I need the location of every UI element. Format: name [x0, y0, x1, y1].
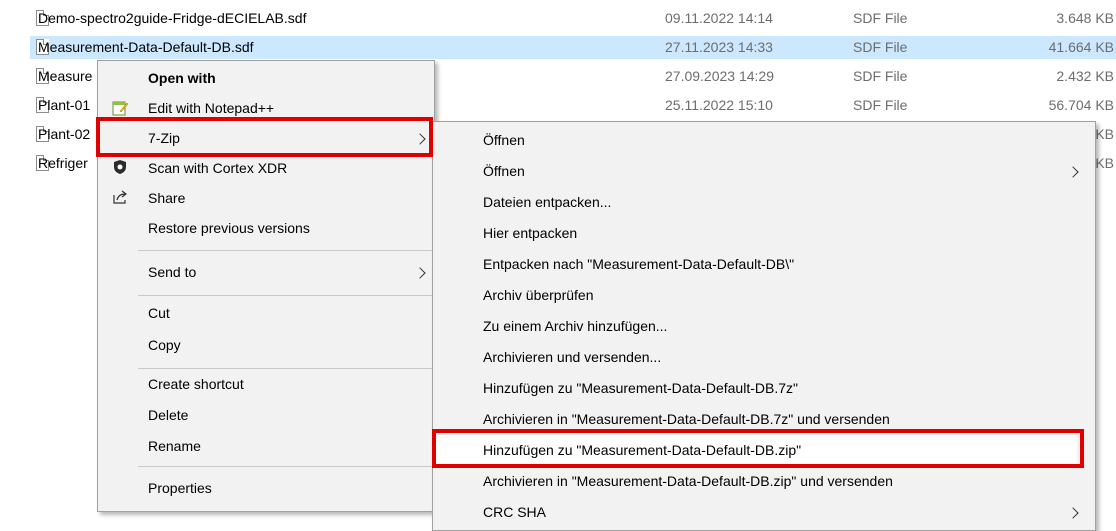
menu-label: Open with	[148, 70, 216, 86]
file-name: Measurement-Data-Default-DB.sdf	[38, 39, 254, 55]
file-name: Plant-02	[38, 126, 91, 142]
context-menu: Open with Edit with Notepad++ 7-Zip Scan…	[97, 60, 435, 512]
submenu-item-extract-files[interactable]: Dateien entpacken...	[433, 188, 1095, 218]
submenu-label: Archivieren in "Measurement-Data-Default…	[483, 411, 890, 427]
submenu-label: Dateien entpacken...	[483, 194, 612, 210]
submenu-label: Hinzufügen zu "Measurement-Data-Default-…	[483, 380, 798, 396]
submenu-label: Archivieren und versenden...	[483, 349, 662, 365]
file-name: Demo-spectro2guide-Fridge-dECIELAB.sdf	[38, 10, 307, 26]
file-size: 56.704 KB	[1048, 97, 1114, 113]
menu-open-with[interactable]: Open with	[98, 64, 434, 94]
chevron-right-icon	[1067, 507, 1079, 519]
menu-label: Edit with Notepad++	[148, 100, 275, 116]
menu-properties[interactable]: Properties	[98, 474, 434, 504]
menu-label: Delete	[148, 407, 189, 423]
chevron-right-icon	[1067, 166, 1079, 178]
submenu-label: Öffnen	[483, 163, 525, 179]
submenu-item-extract-here[interactable]: Hier entpacken	[433, 219, 1095, 249]
file-date: 27.09.2023 14:29	[665, 68, 774, 84]
submenu-item-crc-sha[interactable]: CRC SHA	[433, 498, 1095, 528]
file-size: 2.432 KB	[1056, 68, 1114, 84]
submenu-item-compress-email[interactable]: Archivieren und versenden...	[433, 343, 1095, 373]
file-row-selected[interactable]: Measurement-Data-Default-DB.sdf 27.11.20…	[30, 36, 1116, 59]
submenu-item-add-zip[interactable]: Hinzufügen zu "Measurement-Data-Default-…	[433, 436, 1095, 466]
menu-label: Properties	[148, 480, 212, 496]
menu-edit-notepad[interactable]: Edit with Notepad++	[98, 94, 434, 124]
menu-label: Rename	[148, 438, 201, 454]
file-type: SDF File	[853, 97, 908, 113]
menu-copy[interactable]: Copy	[98, 331, 434, 361]
submenu-item-oeffnen[interactable]: Öffnen	[433, 126, 1095, 156]
file-date: 25.11.2022 15:10	[665, 97, 773, 113]
submenu-item-compress-zip-email[interactable]: Archivieren in "Measurement-Data-Default…	[433, 467, 1095, 497]
share-icon	[110, 189, 130, 209]
menu-cut[interactable]: Cut	[98, 299, 434, 329]
menu-label: Copy	[148, 337, 181, 353]
seven-zip-submenu: Öffnen Öffnen Dateien entpacken... Hier …	[432, 121, 1096, 531]
chevron-right-icon	[414, 133, 426, 145]
menu-create-shortcut[interactable]: Create shortcut	[98, 370, 434, 400]
menu-restore-versions[interactable]: Restore previous versions	[98, 214, 434, 244]
menu-scan-cortex[interactable]: Scan with Cortex XDR	[98, 154, 434, 184]
file-type: SDF File	[853, 39, 908, 55]
menu-label: Share	[148, 190, 186, 206]
submenu-item-test-archive[interactable]: Archiv überprüfen	[433, 281, 1095, 311]
menu-separator	[138, 368, 432, 369]
submenu-label: Entpacken nach "Measurement-Data-Default…	[483, 256, 795, 272]
menu-rename[interactable]: Rename	[98, 432, 434, 462]
submenu-item-add-7z[interactable]: Hinzufügen zu "Measurement-Data-Default-…	[433, 374, 1095, 404]
file-name: Refriger	[38, 155, 88, 171]
submenu-label: Archivieren in "Measurement-Data-Default…	[483, 473, 893, 489]
submenu-label: CRC SHA	[483, 504, 547, 520]
submenu-item-extract-to[interactable]: Entpacken nach "Measurement-Data-Default…	[433, 250, 1095, 280]
submenu-label: Öffnen	[483, 132, 525, 148]
file-name: Plant-01	[38, 97, 91, 113]
menu-share[interactable]: Share	[98, 184, 434, 214]
menu-separator	[138, 250, 432, 251]
submenu-item-oeffnen-more[interactable]: Öffnen	[433, 157, 1095, 187]
menu-7zip[interactable]: 7-Zip	[98, 124, 434, 154]
menu-label: Restore previous versions	[148, 220, 310, 236]
menu-label: Cut	[148, 305, 170, 321]
submenu-item-add-to-archive[interactable]: Zu einem Archiv hinzufügen...	[433, 312, 1095, 342]
menu-label: 7-Zip	[148, 130, 180, 146]
menu-send-to[interactable]: Send to	[98, 258, 434, 288]
menu-label: Send to	[148, 264, 197, 280]
menu-label: Scan with Cortex XDR	[148, 160, 288, 176]
menu-separator	[138, 466, 432, 467]
submenu-label: Hinzufügen zu "Measurement-Data-Default-…	[483, 442, 802, 458]
submenu-label: Archiv überprüfen	[483, 287, 594, 303]
submenu-label: Zu einem Archiv hinzufügen...	[483, 318, 668, 334]
menu-delete[interactable]: Delete	[98, 401, 434, 431]
menu-separator	[138, 295, 432, 296]
file-date: 09.11.2022 14:14	[665, 10, 773, 26]
cortex-shield-icon	[110, 159, 130, 179]
file-type: SDF File	[853, 10, 908, 26]
submenu-label: Hier entpacken	[483, 225, 578, 241]
file-date: 27.11.2023 14:33	[665, 39, 773, 55]
file-row[interactable]: Demo-spectro2guide-Fridge-dECIELAB.sdf 0…	[30, 7, 1116, 30]
file-type: SDF File	[853, 68, 908, 84]
file-size: 41.664 KB	[1048, 39, 1114, 55]
file-name: Measure	[38, 68, 93, 84]
submenu-item-compress-7z-email[interactable]: Archivieren in "Measurement-Data-Default…	[433, 405, 1095, 435]
menu-label: Create shortcut	[148, 376, 244, 392]
file-size: 3.648 KB	[1056, 10, 1114, 26]
chevron-right-icon	[414, 267, 426, 279]
notepad-plus-icon	[110, 99, 130, 119]
